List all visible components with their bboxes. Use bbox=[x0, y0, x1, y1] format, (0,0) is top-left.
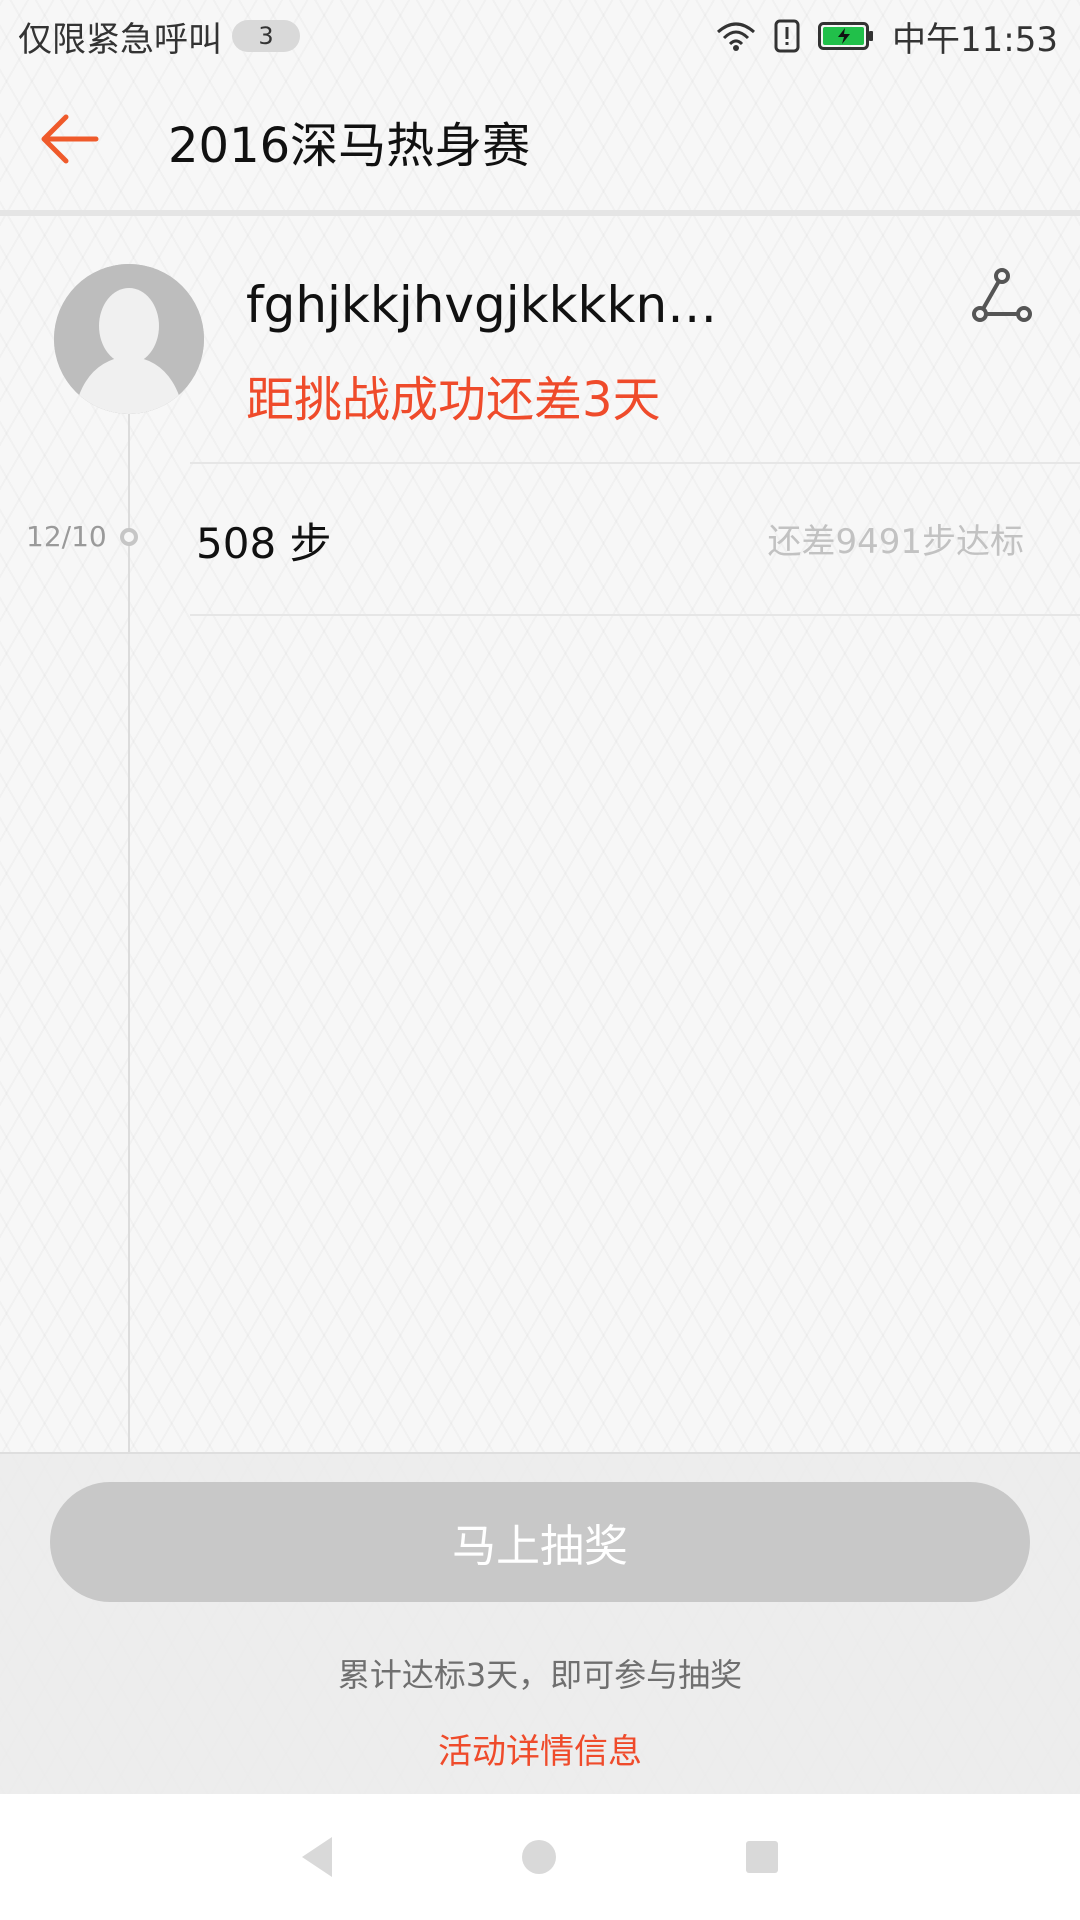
status-right: 中午11:53 bbox=[716, 12, 1058, 61]
username: fghjkkjhvgjkkkkn… bbox=[246, 276, 718, 334]
timeline-line bbox=[128, 414, 130, 1454]
record-difference: 还差9491步达标 bbox=[767, 522, 1024, 562]
wifi-icon bbox=[716, 20, 756, 52]
activity-details-link[interactable]: 活动详情信息 bbox=[0, 1724, 1080, 1773]
draw-lottery-button[interactable]: 马上抽奖 bbox=[50, 1482, 1030, 1602]
lottery-hint-text: 累计达标3天，即可参与抽奖 bbox=[337, 1656, 743, 1694]
status-left: 仅限紧急呼叫 3 bbox=[18, 12, 300, 61]
header-divider bbox=[0, 210, 1080, 216]
divider bbox=[190, 614, 1080, 616]
status-bar: 仅限紧急呼叫 3 中午11:53 bbox=[0, 0, 1080, 72]
avatar bbox=[54, 264, 204, 414]
battery-charging-icon bbox=[818, 22, 874, 50]
clock: 中午11:53 bbox=[892, 19, 1058, 60]
emergency-call-text: 仅限紧急呼叫 bbox=[18, 19, 222, 60]
record-steps: 508 步 bbox=[196, 519, 332, 568]
alert-icon bbox=[774, 19, 800, 53]
nav-recent-icon[interactable] bbox=[746, 1841, 778, 1873]
app-header: 2016深马热身赛 bbox=[0, 72, 1080, 210]
share-button[interactable] bbox=[970, 268, 1034, 328]
page-title: 2016深马热身赛 bbox=[168, 118, 531, 174]
challenge-remaining-text: 距挑战成功还差3天 bbox=[246, 372, 661, 428]
record-date: 12/10 bbox=[26, 520, 107, 553]
nav-home-icon[interactable] bbox=[522, 1840, 556, 1874]
notification-badge: 3 bbox=[232, 20, 300, 52]
back-button[interactable] bbox=[0, 72, 140, 210]
timeline-dot bbox=[120, 528, 138, 546]
divider bbox=[190, 462, 1080, 464]
arrow-left-icon bbox=[38, 111, 102, 171]
nav-back-icon[interactable] bbox=[302, 1837, 332, 1877]
share-icon bbox=[972, 268, 1032, 328]
navigation-bar bbox=[0, 1794, 1080, 1920]
